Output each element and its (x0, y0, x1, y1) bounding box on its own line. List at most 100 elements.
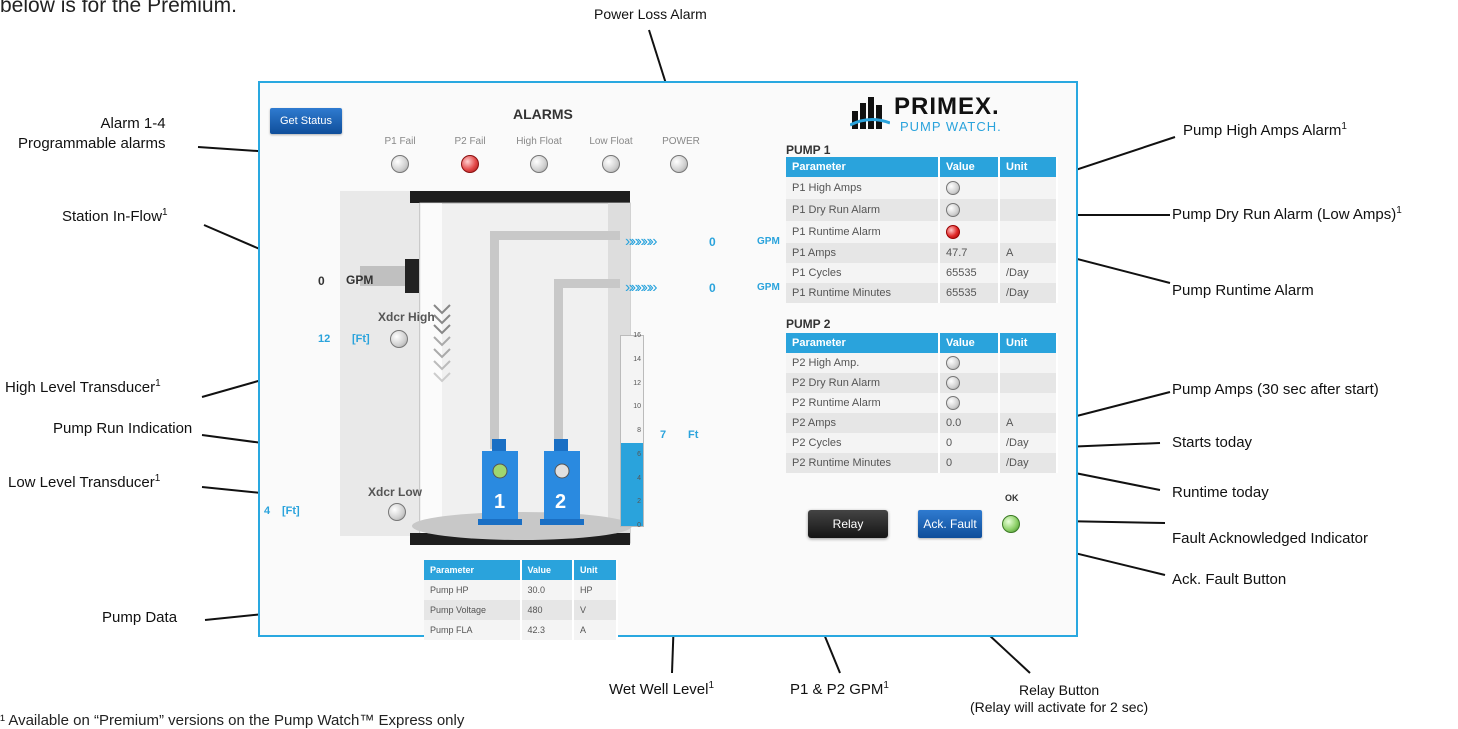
pump-watch-panel: Get Status ALARMS P1 Fail P2 Fail High F… (258, 81, 1078, 640)
pump-2-param: P2 Runtime Minutes (786, 453, 940, 473)
inflow-value: 0 (318, 274, 325, 288)
pump-2-param: P2 Dry Run Alarm (786, 373, 940, 393)
scale-tick-label: 16 (633, 332, 641, 340)
table-row: P2 Amps 0.0 A (786, 413, 1058, 433)
status-led-icon (946, 356, 960, 370)
pump-2-value (939, 353, 1000, 373)
pump-1-value (939, 177, 1000, 199)
pump-2-table: Parameter Value Unit P2 High Amp. P2 Dry… (786, 333, 1058, 473)
scale-tick-label: 12 (633, 379, 641, 387)
alarm-led-high-float (530, 155, 548, 173)
xdcr-high-value: 12 (318, 333, 331, 345)
pump-1-unit (999, 177, 1058, 199)
pump-1-unit: A (999, 243, 1058, 263)
table-row: P2 Dry Run Alarm (786, 373, 1058, 393)
alarm-label-low-float: Low Float (589, 136, 633, 147)
table-row: P1 Runtime Minutes 65535 /Day (786, 283, 1058, 303)
table-row: P2 Runtime Alarm (786, 393, 1058, 413)
pump-1-icon (478, 439, 522, 525)
alarm-label-p1-fail: P1 Fail (384, 136, 416, 147)
callout-station-inflow: Station In-Flow1 (62, 207, 168, 225)
alarm-led-icon (946, 225, 960, 239)
wet-well-value: 7 (660, 429, 667, 441)
callout-pump-data: Pump Data (102, 609, 178, 626)
pump-1-param: P1 Dry Run Alarm (786, 199, 940, 221)
brand-name: PRIMEX. (894, 93, 1000, 120)
brand-subtitle: PUMP WATCH. (900, 119, 1002, 134)
pump-1-unit: /Day (999, 263, 1058, 283)
pump-2-header-value: Value (939, 333, 1000, 353)
table-row: P2 High Amp. (786, 353, 1058, 373)
p2-gpm-value: 0 (709, 281, 716, 295)
pump-2-param: P2 Amps (786, 413, 940, 433)
pump-1-param: P1 High Amps (786, 177, 940, 199)
pump-1-header-unit: Unit (999, 157, 1058, 177)
pump-1-unit: /Day (999, 283, 1058, 303)
alarm-label-high-float: High Float (516, 136, 562, 147)
alarm-label-power: POWER (662, 136, 700, 147)
pump-2-unit: A (999, 413, 1058, 433)
callout-runtime-alarm: Pump Runtime Alarm (1172, 282, 1314, 299)
pump-data-value: 480 (520, 600, 574, 620)
scale-tick-label: 4 (637, 474, 641, 482)
pump-1-value (939, 199, 1000, 221)
pump-data-unit: HP (572, 580, 619, 600)
pump-1-param: P1 Runtime Minutes (786, 283, 940, 303)
relay-button[interactable]: Relay (808, 510, 888, 538)
pump-data-table: Parameter Value Unit Pump HP 30.0 HP Pum… (424, 560, 619, 640)
ack-fault-button[interactable]: Ack. Fault (918, 510, 982, 538)
table-row: P2 Cycles 0 /Day (786, 433, 1058, 453)
pump-1-number: 1 (494, 491, 506, 513)
pump-1-unit (999, 199, 1058, 221)
pump-2-number: 2 (555, 491, 567, 513)
pump-data-value: 42.3 (520, 620, 574, 640)
fault-ack-led (1002, 515, 1020, 533)
alarm-led-p2-fail (461, 155, 479, 173)
pump-2-value (939, 373, 1000, 393)
alarm-led-low-float (602, 155, 620, 173)
callout-power-loss: Power Loss Alarm (594, 6, 707, 22)
callout-fault-ack: Fault Acknowledged Indicator (1172, 530, 1368, 547)
pump-1-value (939, 221, 1000, 243)
ok-label: OK (1005, 493, 1019, 503)
xdcr-low-label: Xdcr Low (368, 485, 423, 499)
xdcr-low-led (388, 503, 406, 521)
table-row: P2 Runtime Minutes 0 /Day (786, 453, 1058, 473)
alarms-title: ALARMS (513, 106, 573, 122)
status-led-icon (946, 376, 960, 390)
pump-1-header-param: Parameter (786, 157, 940, 177)
callout-relay-button: Relay Button (Relay will activate for 2 … (970, 682, 1148, 716)
pump-2-param: P2 Cycles (786, 433, 940, 453)
table-row: P1 Amps 47.7 A (786, 243, 1058, 263)
pump-2-icon (540, 439, 584, 525)
status-led-icon (946, 203, 960, 217)
pump-data-value: 30.0 (520, 580, 574, 600)
wet-well-unit: Ft (688, 429, 699, 441)
level-scale: 16 14 12 10 8 6 4 2 0 (620, 332, 644, 529)
alarm-label-p2-fail: P2 Fail (454, 136, 486, 147)
scale-tick-label: 2 (637, 498, 641, 506)
pump-2-unit (999, 373, 1058, 393)
p2-flow-chevrons-icon: »»»»» (625, 279, 657, 296)
pump-data-header-unit: Unit (572, 560, 619, 580)
scale-tick-label: 10 (633, 403, 641, 411)
table-row: Pump HP 30.0 HP (424, 580, 619, 600)
get-status-button[interactable]: Get Status (270, 108, 342, 134)
scale-tick-label: 14 (633, 355, 641, 363)
alarm-led-p1-fail (391, 155, 409, 173)
callout-relay-note: (Relay will activate for 2 sec) (970, 699, 1149, 715)
table-row: P1 Dry Run Alarm (786, 199, 1058, 221)
pump-2-header-param: Parameter (786, 333, 940, 353)
pump-data-param: Pump HP (424, 580, 522, 600)
scale-tick-label: 6 (637, 450, 641, 458)
pump-1-value: 65535 (939, 283, 1000, 303)
pump-data-unit: A (572, 620, 619, 640)
pump-2-param: P2 High Amp. (786, 353, 940, 373)
callout-pump-run: Pump Run Indication (53, 420, 193, 437)
pump-data-header-param: Parameter (424, 560, 522, 580)
pump-2-unit: /Day (999, 453, 1058, 473)
callout-dry-run: Pump Dry Run Alarm (Low Amps)1 (1172, 205, 1402, 223)
pump-1-param: P1 Cycles (786, 263, 940, 283)
pump-data-param: Pump FLA (424, 620, 522, 640)
callout-high-amps: Pump High Amps Alarm1 (1183, 121, 1347, 139)
